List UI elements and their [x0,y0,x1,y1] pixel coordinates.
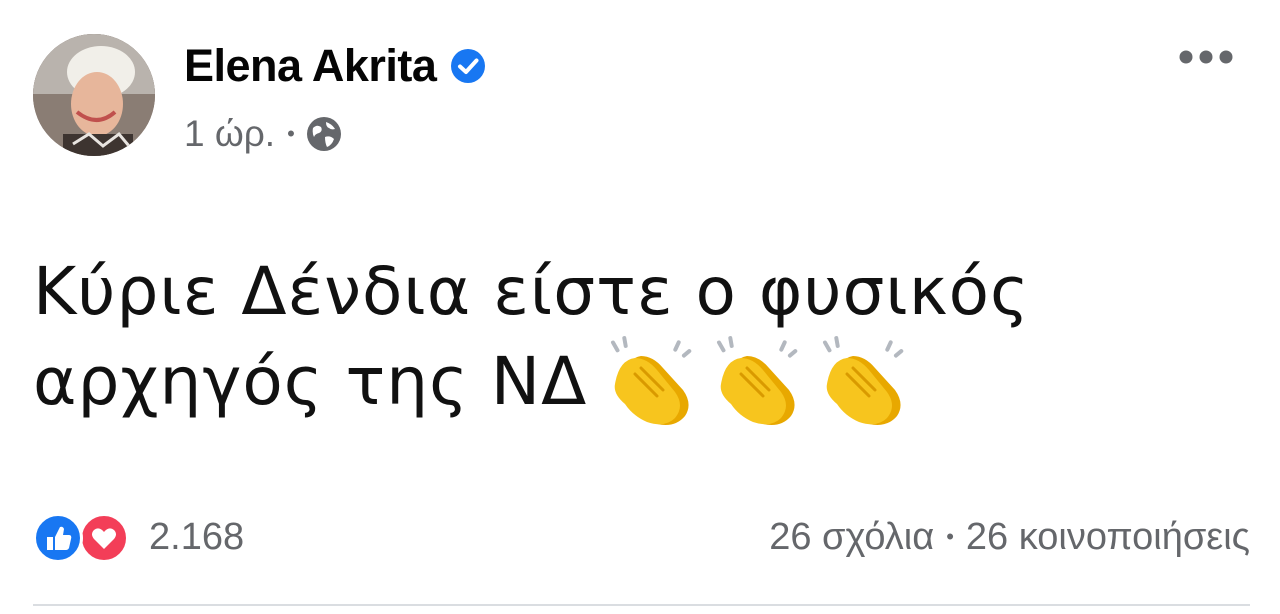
post-text: Κύριε Δένδια είστε ο φυσικός αρχηγός της… [33,250,1233,430]
clapping-hands-icon [823,336,904,425]
globe-icon[interactable] [305,115,343,153]
post-text-line-2: αρχηγός της ΝΔ [33,334,1233,430]
profile-photo [33,34,155,156]
post-meta: 1 ώρ. • [184,112,343,156]
like-reaction-icon [33,513,83,563]
clapping-hands-icon [611,336,692,425]
post-text-line-2-text: αρχηγός της ΝΔ [33,343,588,420]
meta-separator: • [287,121,295,146]
author-name[interactable]: Elena Akrita [184,40,486,92]
shares-count[interactable]: 26 κοινοποιήσεις [966,510,1250,564]
post-time[interactable]: 1 ώρ. [184,112,275,156]
reaction-count[interactable]: 2.168 [149,516,244,559]
comments-count[interactable]: 26 σχόλια [769,510,934,564]
counts-separator: • [946,524,954,549]
more-options-icon[interactable] [1178,44,1234,70]
facebook-post: Elena Akrita 1 ώρ. • Κύριε Δένδια είστε … [0,0,1280,614]
reactions-summary[interactable]: 2.168 [33,510,244,564]
verified-badge-icon [451,49,486,83]
reaction-icons [33,510,137,564]
post-text-line-1: Κύριε Δένδια είστε ο φυσικός [33,253,1030,330]
author-name-text[interactable]: Elena Akrita [184,40,437,92]
love-reaction-icon [79,513,129,563]
avatar[interactable] [33,34,155,156]
engagement-counts: 26 σχόλια • 26 κοινοποιήσεις [769,510,1250,564]
divider [33,604,1250,606]
emoji-row [605,334,915,430]
clapping-hands-icon [717,336,798,425]
